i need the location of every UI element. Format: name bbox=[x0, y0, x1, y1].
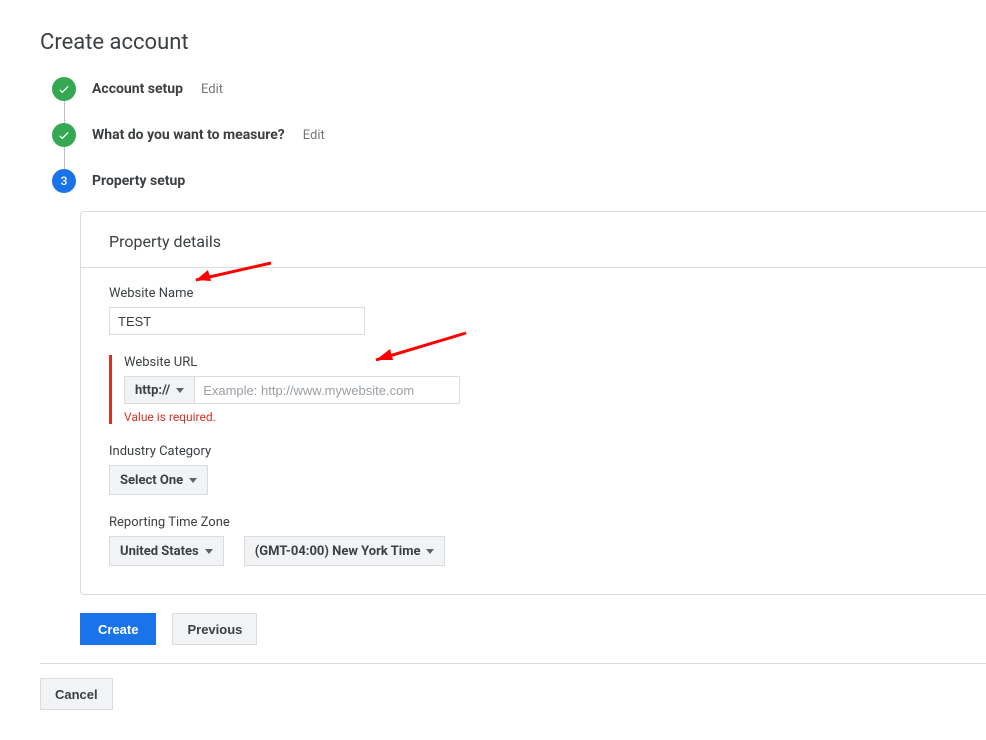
cancel-button[interactable]: Cancel bbox=[40, 678, 113, 710]
step-connector bbox=[64, 147, 65, 169]
check-icon bbox=[52, 123, 76, 147]
error-message: Value is required. bbox=[124, 410, 958, 424]
chevron-down-icon bbox=[189, 478, 197, 483]
website-name-input[interactable] bbox=[109, 307, 365, 335]
panel-body: Website Name Website URL http:// Value i… bbox=[81, 268, 986, 594]
website-name-field: Website Name bbox=[109, 286, 958, 335]
step-connector bbox=[64, 101, 65, 123]
step-title: Property setup bbox=[92, 173, 185, 189]
industry-dropdown[interactable]: Select One bbox=[109, 465, 208, 495]
step-title: What do you want to measure? bbox=[92, 127, 285, 143]
country-dropdown[interactable]: United States bbox=[109, 536, 224, 566]
chevron-down-icon bbox=[205, 549, 213, 554]
check-icon bbox=[52, 77, 76, 101]
stepper: Account setup Edit What do you want to m… bbox=[52, 77, 986, 193]
step-property-setup: 3 Property setup bbox=[52, 169, 986, 193]
industry-field: Industry Category Select One bbox=[109, 444, 958, 495]
step-measure: What do you want to measure? Edit bbox=[52, 123, 986, 147]
timezone-dropdown[interactable]: (GMT-04:00) New York Time bbox=[244, 536, 446, 566]
step-title: Account setup bbox=[92, 81, 183, 97]
step-account-setup: Account setup Edit bbox=[52, 77, 986, 101]
timezone-field: Reporting Time Zone United States (GMT-0… bbox=[109, 515, 958, 566]
field-label: Website URL bbox=[124, 355, 958, 370]
action-buttons: Create Previous bbox=[80, 613, 986, 645]
chevron-down-icon bbox=[426, 549, 434, 554]
industry-value: Select One bbox=[120, 473, 183, 488]
protocol-value: http:// bbox=[135, 383, 170, 398]
field-label: Industry Category bbox=[109, 444, 958, 459]
field-label: Website Name bbox=[109, 286, 958, 301]
protocol-dropdown[interactable]: http:// bbox=[124, 376, 195, 404]
step-edit-link[interactable]: Edit bbox=[303, 128, 325, 143]
timezone-value: (GMT-04:00) New York Time bbox=[255, 544, 421, 559]
property-details-panel: Property details Website Name Website UR… bbox=[80, 211, 986, 595]
country-value: United States bbox=[120, 544, 199, 559]
divider bbox=[40, 663, 986, 664]
website-url-input[interactable] bbox=[195, 376, 460, 404]
chevron-down-icon bbox=[176, 388, 184, 393]
previous-button[interactable]: Previous bbox=[172, 613, 257, 645]
create-button[interactable]: Create bbox=[80, 613, 156, 645]
page-title: Create account bbox=[40, 30, 986, 55]
field-label: Reporting Time Zone bbox=[109, 515, 958, 530]
step-number-icon: 3 bbox=[52, 169, 76, 193]
website-url-field: Website URL http:// Value is required. bbox=[109, 355, 958, 424]
step-edit-link[interactable]: Edit bbox=[201, 82, 223, 97]
panel-header: Property details bbox=[81, 212, 986, 268]
